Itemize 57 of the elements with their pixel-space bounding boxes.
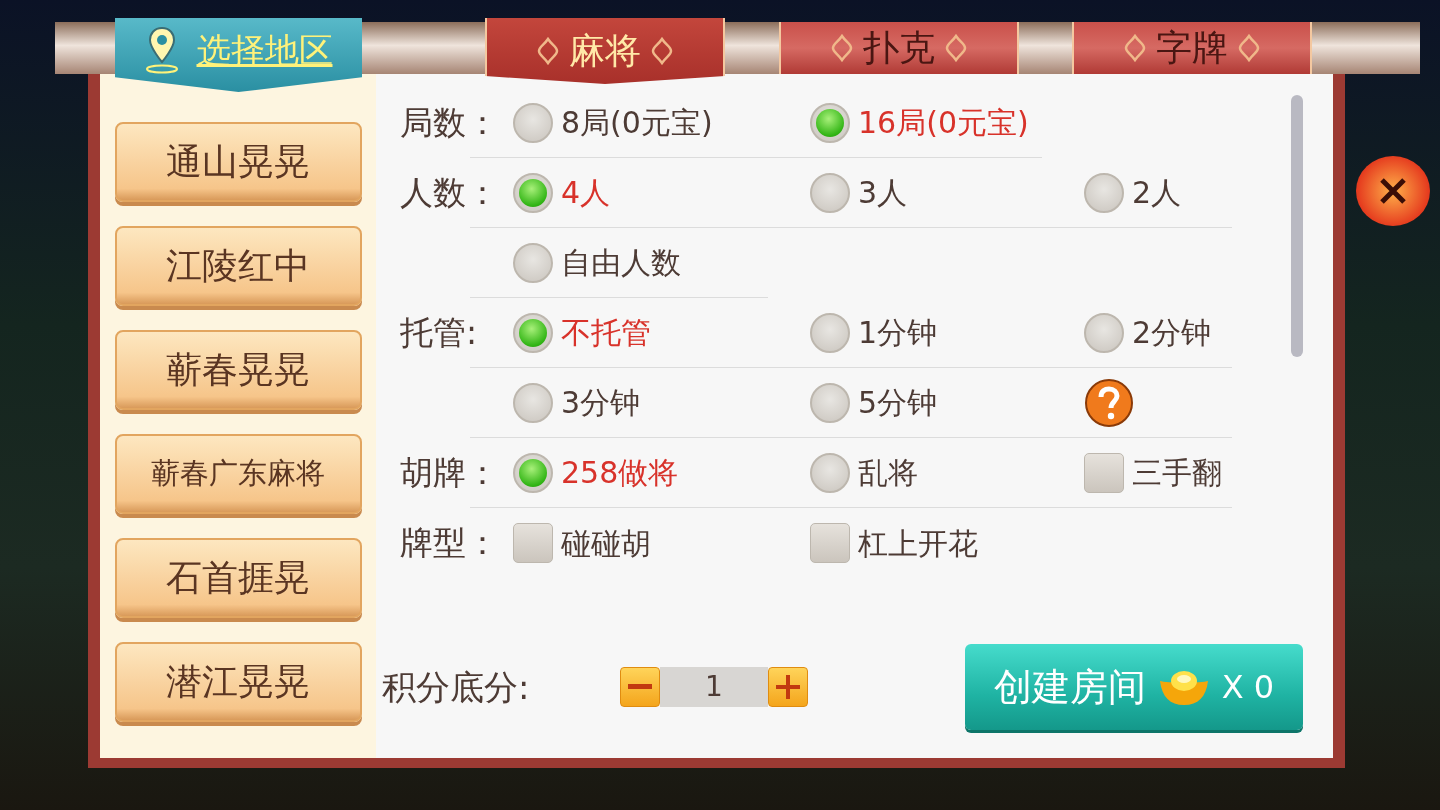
ornament-icon (945, 34, 967, 62)
checkbox[interactable] (810, 523, 850, 563)
radio-option[interactable]: 4人 (513, 170, 611, 215)
radio-button[interactable] (513, 312, 553, 353)
radio-option[interactable]: 2人 (1084, 170, 1182, 215)
game-tab[interactable]: 字牌 (1072, 22, 1312, 74)
radio-button[interactable] (513, 102, 553, 143)
checkbox[interactable] (1084, 452, 1124, 493)
radio-option[interactable]: 8局(0元宝) (513, 100, 713, 145)
radio-option[interactable]: 3人 (810, 170, 908, 215)
minus-button[interactable] (620, 667, 660, 707)
checkbox-option[interactable]: 三手翻 (1084, 450, 1222, 495)
radio-option[interactable]: 不托管 (513, 310, 651, 355)
radio-option[interactable]: 自由人数 (513, 240, 681, 285)
ornament-icon (831, 34, 853, 62)
radio-option[interactable]: 1分钟 (810, 310, 938, 355)
radio-option[interactable]: 5分钟 (810, 380, 938, 425)
scrollbar[interactable] (1291, 95, 1303, 357)
checkbox-option[interactable]: 杠上开花 (810, 520, 978, 566)
ornament-icon (1124, 34, 1146, 62)
option-label: 牌型： (399, 522, 494, 565)
option-label: 托管: (399, 312, 479, 355)
radio-option[interactable]: 16局(0元宝) (810, 100, 1029, 145)
checkbox[interactable] (513, 523, 553, 563)
option-label: 人数： (399, 172, 494, 215)
ornament-icon (1238, 34, 1260, 62)
minus-icon (628, 684, 652, 690)
help-icon[interactable] (1084, 377, 1134, 428)
checkbox-option[interactable]: 碰碰胡 (513, 520, 651, 566)
cost-text: X 0 (1221, 667, 1275, 708)
ornament-icon (537, 37, 559, 65)
score-label: 积分底分: (382, 665, 531, 709)
radio-option[interactable]: 3分钟 (513, 380, 641, 425)
radio-button[interactable] (1084, 172, 1124, 213)
location-pin-icon (144, 26, 179, 74)
radio-button[interactable] (513, 242, 553, 283)
option-label: 局数： (399, 102, 494, 145)
close-icon (1378, 176, 1408, 206)
radio-button[interactable] (810, 452, 850, 493)
radio-button[interactable] (810, 382, 850, 423)
radio-button[interactable] (513, 452, 553, 493)
game-tab[interactable]: 麻将 (485, 18, 725, 84)
radio-button[interactable] (810, 102, 850, 143)
plus-icon (776, 675, 800, 699)
radio-button[interactable] (513, 382, 553, 423)
radio-button[interactable] (810, 172, 850, 213)
radio-option[interactable]: 258做将 (513, 450, 679, 495)
plus-button[interactable] (768, 667, 808, 707)
option-label: 胡牌： (399, 452, 494, 495)
radio-option[interactable]: 乱将 (810, 450, 918, 495)
score-value: 1 (660, 667, 768, 707)
radio-button[interactable] (513, 172, 553, 213)
radio-button[interactable] (1084, 312, 1124, 353)
radio-option[interactable]: 2分钟 (1084, 310, 1212, 355)
ornament-icon (651, 37, 673, 65)
radio-button[interactable] (810, 312, 850, 353)
game-tab[interactable]: 扑克 (779, 22, 1019, 74)
